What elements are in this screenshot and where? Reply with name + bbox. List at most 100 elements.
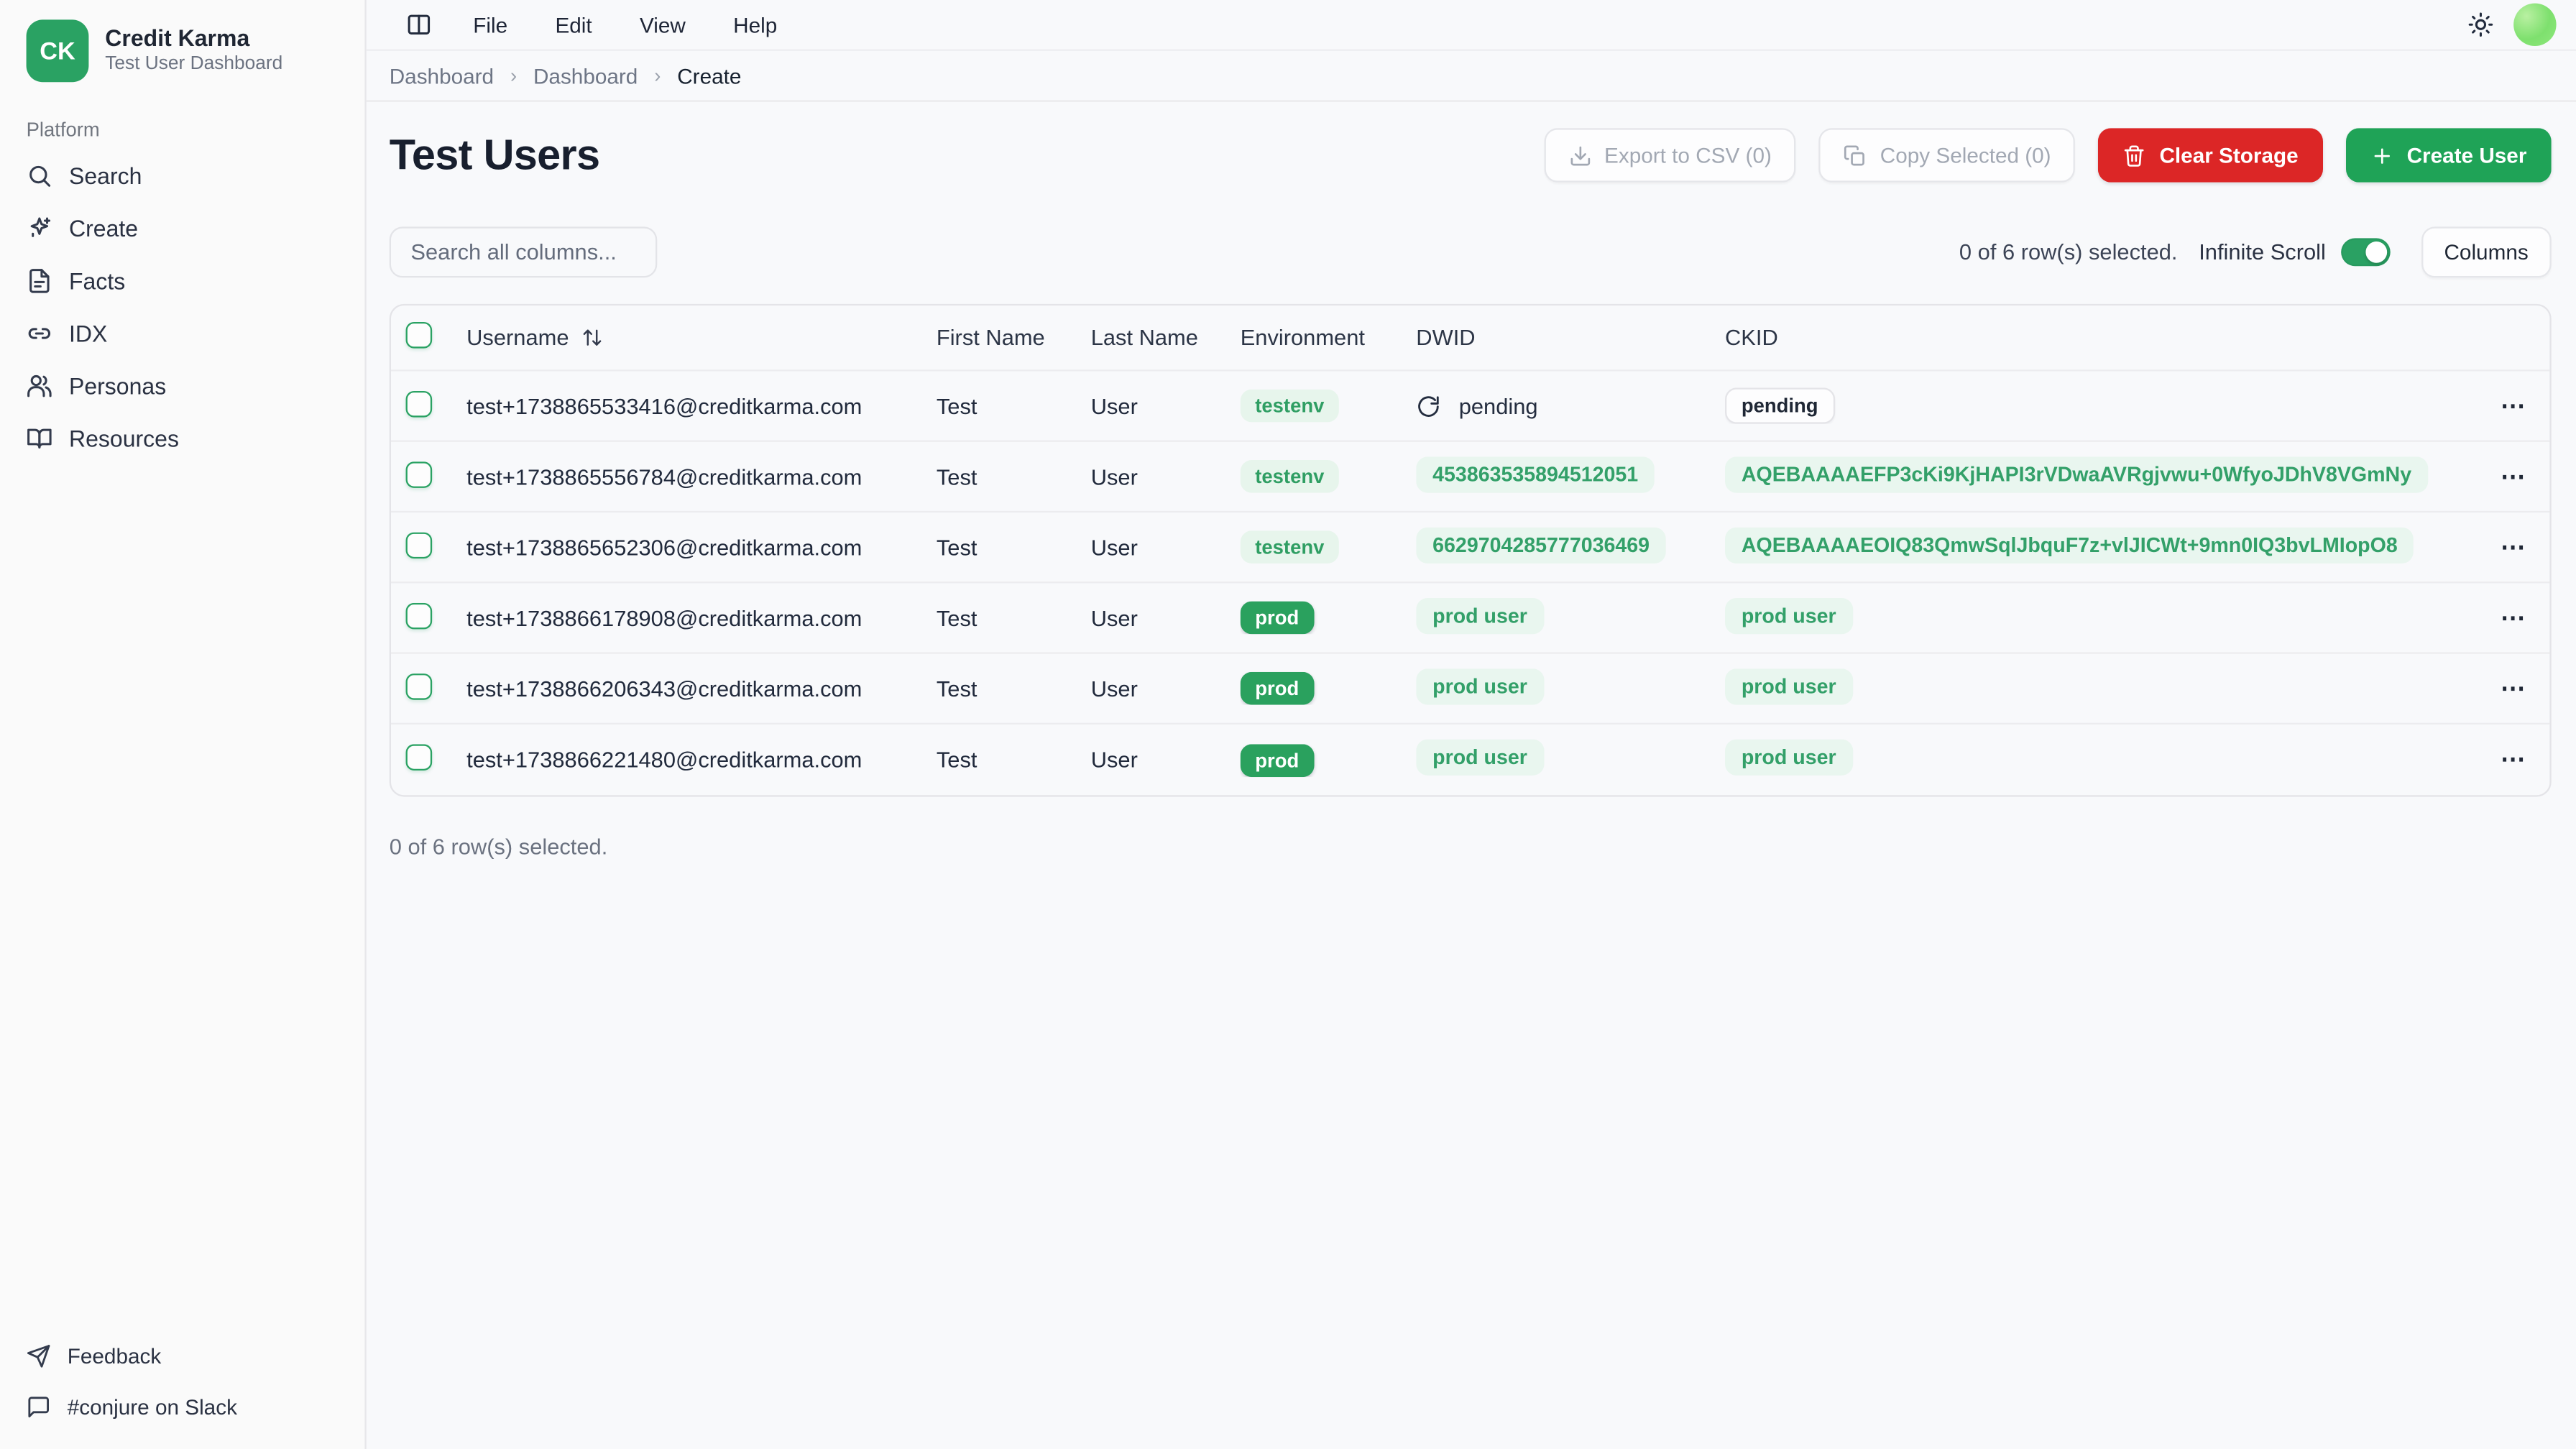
ckid-value: prod user — [1725, 740, 1853, 776]
table-row: test+1738865533416@creditkarma.com Test … — [391, 372, 2549, 442]
main-area: File Edit View Help Dashboard › Dashboar… — [367, 0, 2576, 1449]
sidebar-item-facts[interactable]: Facts — [13, 257, 351, 306]
ckid-value[interactable]: AQEBAAAAEOIQ83QmwSqlJbquF7z+vlJICWt+9mn0… — [1725, 527, 2414, 563]
infinite-scroll-toggle[interactable] — [2340, 238, 2390, 266]
breadcrumb-separator-icon: › — [510, 64, 517, 87]
cell-username: test+1738866221480@creditkarma.com — [466, 748, 937, 772]
sidebar-item-conjure-slack[interactable]: #conjure on Slack — [13, 1385, 351, 1430]
dwid-value[interactable]: 6629704285777036469 — [1416, 527, 1666, 563]
copy-icon — [1844, 144, 1867, 167]
plus-icon — [2370, 144, 2393, 167]
file-text-icon — [27, 268, 53, 295]
menu-edit[interactable]: Edit — [555, 12, 592, 37]
sparkles-icon — [27, 215, 53, 242]
ckid-pending-badge: pending — [1725, 387, 1834, 423]
sidebar-toggle-icon[interactable] — [406, 12, 433, 38]
credit-karma-logo: CK — [27, 19, 89, 82]
clear-storage-label: Clear Storage — [2159, 143, 2298, 167]
sidebar-item-label: Create — [69, 215, 138, 242]
row-actions-button[interactable]: ⋯ — [2501, 748, 2527, 772]
row-actions-button[interactable]: ⋯ — [2501, 393, 2527, 418]
cell-username: test+1738865533416@creditkarma.com — [466, 393, 937, 418]
create-user-label: Create User — [2407, 143, 2527, 167]
cell-last-name: User — [1091, 605, 1241, 630]
cell-dwid: pending — [1416, 393, 1725, 418]
row-checkbox[interactable] — [406, 461, 433, 487]
columns-button[interactable]: Columns — [2421, 226, 2551, 277]
create-user-button[interactable]: Create User — [2346, 128, 2552, 182]
sidebar-item-label: Facts — [69, 268, 125, 295]
dwid-value: prod user — [1416, 740, 1544, 776]
sidebar-item-label: Search — [69, 162, 142, 189]
row-checkbox[interactable] — [406, 673, 433, 699]
dwid-value[interactable]: 453863535894512051 — [1416, 456, 1655, 492]
app-subtitle: Test User Dashboard — [105, 53, 282, 78]
cell-first-name: Test — [937, 605, 1091, 630]
row-actions-button[interactable]: ⋯ — [2501, 676, 2527, 701]
menu-file[interactable]: File — [473, 12, 507, 37]
sidebar-nav: Search Create Facts IDX Personas Resourc… — [13, 151, 351, 463]
book-open-icon — [27, 426, 53, 452]
columns-label: Columns — [2444, 240, 2528, 264]
table-selection-status: 0 of 6 row(s) selected. — [390, 834, 2552, 859]
sidebar-header[interactable]: CK Credit Karma Test User Dashboard — [13, 17, 351, 105]
link-icon — [27, 321, 53, 347]
sidebar-item-search[interactable]: Search — [13, 151, 351, 201]
cell-last-name: User — [1091, 748, 1241, 772]
cell-first-name: Test — [937, 748, 1091, 772]
environment-badge: prod — [1241, 602, 1314, 635]
search-icon — [27, 162, 53, 189]
cell-first-name: Test — [937, 535, 1091, 559]
menu-help[interactable]: Help — [733, 12, 777, 37]
cell-username: test+1738866206343@creditkarma.com — [466, 676, 937, 701]
row-actions-button[interactable]: ⋯ — [2501, 605, 2527, 630]
page-title: Test Users — [390, 130, 600, 181]
row-checkbox[interactable] — [406, 531, 433, 558]
sidebar-item-create[interactable]: Create — [13, 203, 351, 253]
cell-first-name: Test — [937, 464, 1091, 489]
menu-view[interactable]: View — [640, 12, 686, 37]
breadcrumb: Dashboard › Dashboard › Create — [367, 51, 2576, 102]
column-header-last-name: Last Name — [1091, 326, 1241, 350]
theme-toggle-icon[interactable] — [2467, 12, 2494, 38]
environment-badge: prod — [1241, 672, 1314, 705]
column-header-ckid: CKID — [1725, 326, 2478, 350]
environment-badge: prod — [1241, 743, 1314, 776]
trash-icon — [2123, 144, 2146, 167]
export-csv-button[interactable]: Export to CSV (0) — [1543, 128, 1796, 182]
user-avatar[interactable] — [2513, 4, 2556, 46]
breadcrumb-item[interactable]: Dashboard — [533, 63, 638, 88]
cell-last-name: User — [1091, 535, 1241, 559]
row-checkbox[interactable] — [406, 390, 433, 417]
cell-username: test+1738866178908@creditkarma.com — [466, 605, 937, 630]
download-icon — [1568, 144, 1591, 167]
breadcrumb-item[interactable]: Dashboard — [390, 63, 494, 88]
copy-selected-button[interactable]: Copy Selected (0) — [1819, 128, 2076, 182]
toggle-knob — [2365, 242, 2387, 263]
sidebar-item-personas[interactable]: Personas — [13, 362, 351, 411]
row-actions-button[interactable]: ⋯ — [2501, 535, 2527, 559]
sidebar-item-idx[interactable]: IDX — [13, 309, 351, 359]
clear-storage-button[interactable]: Clear Storage — [2099, 128, 2323, 182]
sort-icon[interactable] — [582, 327, 604, 349]
send-icon — [27, 1344, 51, 1368]
sidebar-item-feedback[interactable]: Feedback — [13, 1334, 351, 1379]
sidebar-item-label: Resources — [69, 426, 179, 452]
sidebar-footer: Feedback #conjure on Slack — [13, 1334, 351, 1432]
environment-badge: testenv — [1241, 460, 1339, 493]
ckid-value[interactable]: AQEBAAAAEFP3cKi9KjHAPI3rVDwaAVRgjvwu+0Wf… — [1725, 456, 2428, 492]
infinite-scroll-label: Infinite Scroll — [2199, 240, 2326, 264]
column-header-username[interactable]: Username — [466, 326, 569, 350]
search-input[interactable] — [390, 226, 658, 277]
table-row: test+1738865652306@creditkarma.com Test … — [391, 512, 2549, 583]
ckid-value: prod user — [1725, 597, 1853, 633]
select-all-checkbox[interactable] — [406, 322, 433, 349]
breadcrumb-item-current: Create — [677, 63, 741, 88]
row-checkbox[interactable] — [406, 602, 433, 629]
table-row: test+1738865556784@creditkarma.com Test … — [391, 442, 2549, 512]
selection-summary: 0 of 6 row(s) selected. — [1959, 240, 2178, 264]
row-checkbox[interactable] — [406, 744, 433, 770]
app-window: CK Credit Karma Test User Dashboard Plat… — [0, 0, 2576, 1449]
row-actions-button[interactable]: ⋯ — [2501, 464, 2527, 489]
sidebar-item-resources[interactable]: Resources — [13, 414, 351, 464]
